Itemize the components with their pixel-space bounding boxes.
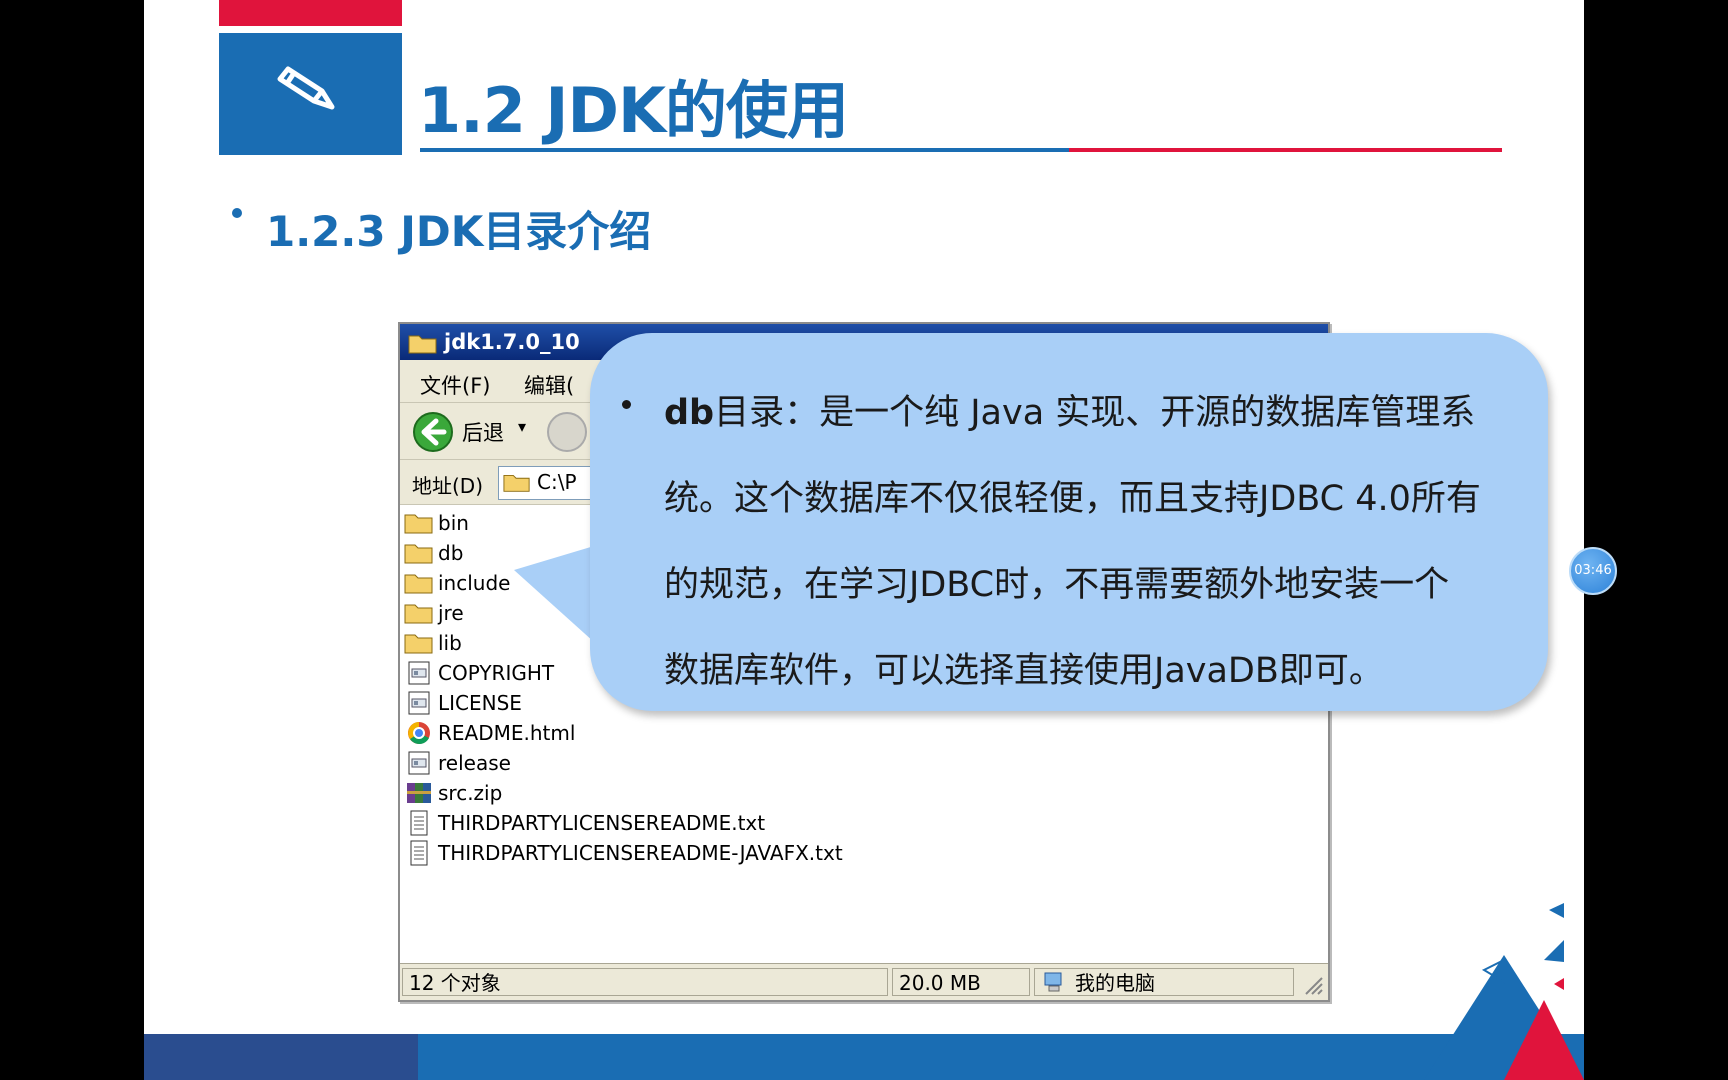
file-name: db xyxy=(438,541,464,565)
file-list-item[interactable]: jre xyxy=(404,598,464,628)
file-list-item[interactable]: include xyxy=(404,568,510,598)
file-name: src.zip xyxy=(438,781,503,805)
status-bar: 12 个对象 20.0 MB 我的电脑 xyxy=(400,963,1328,1000)
address-value: C:\P xyxy=(537,470,577,494)
callout-line-1: db目录：是一个纯 Java 实现、开源的数据库管理系 xyxy=(664,370,1524,456)
chrome-icon xyxy=(404,720,434,746)
file-icon xyxy=(404,750,434,776)
page-title: 1.2 JDK的使用 xyxy=(418,74,849,147)
header-red-bar xyxy=(219,0,402,26)
window-title: jdk1.7.0_10 xyxy=(444,330,580,354)
folder-icon xyxy=(503,475,530,492)
file-name: THIRDPARTYLICENSEREADME.txt xyxy=(438,811,766,835)
bullet xyxy=(232,208,242,218)
file-list-item[interactable]: src.zip xyxy=(404,778,502,808)
file-name: LICENSE xyxy=(438,691,522,715)
status-location-label: 我的电脑 xyxy=(1075,971,1155,995)
file-name: README.html xyxy=(438,721,576,745)
file-list-item[interactable]: THIRDPARTYLICENSEREADME-JAVAFX.txt xyxy=(404,838,843,868)
resize-grip-icon[interactable] xyxy=(1302,974,1324,996)
callout-term: db xyxy=(664,393,715,433)
file-name: release xyxy=(438,751,511,775)
dropdown-arrow-icon[interactable]: ▾ xyxy=(518,417,526,436)
folder-icon xyxy=(404,630,434,656)
file-icon xyxy=(404,690,434,716)
callout-line-3: 的规范，在学习JDBC时，不再需要额外地安装一个 xyxy=(664,565,1450,605)
callout-bullet xyxy=(622,400,631,409)
callout-text: db目录：是一个纯 Java 实现、开源的数据库管理系 统。这个数据库不仅很轻便… xyxy=(664,370,1524,714)
file-list-item[interactable]: bin xyxy=(404,508,469,538)
pencil-icon xyxy=(277,66,335,110)
forward-arrow-icon[interactable] xyxy=(546,411,588,453)
zip-icon xyxy=(404,780,434,806)
title-underline xyxy=(420,148,1502,152)
status-size: 20.0 MB xyxy=(892,968,1030,996)
file-list-item[interactable]: db xyxy=(404,538,463,568)
file-name: jre xyxy=(438,601,464,625)
callout-line-1-text: 目录：是一个纯 Java 实现、开源的数据库管理系 xyxy=(714,393,1476,433)
file-list-item[interactable]: README.html xyxy=(404,718,575,748)
status-object-count: 12 个对象 xyxy=(402,968,888,996)
file-name: lib xyxy=(438,631,462,655)
computer-icon xyxy=(1044,972,1062,992)
folder-icon xyxy=(404,600,434,626)
back-arrow-icon[interactable] xyxy=(412,411,454,453)
timer-badge[interactable]: 03:46 xyxy=(1569,547,1617,595)
status-location: 我的电脑 xyxy=(1034,968,1294,996)
file-name: THIRDPARTYLICENSEREADME-JAVAFX.txt xyxy=(438,841,843,865)
folder-icon xyxy=(404,540,434,566)
address-label: 地址(D) xyxy=(412,474,484,498)
file-list-item[interactable]: lib xyxy=(404,628,462,658)
menu-edit[interactable]: 编辑( xyxy=(524,370,574,400)
menu-file[interactable]: 文件(F) xyxy=(420,370,490,400)
file-list-item[interactable]: release xyxy=(404,748,511,778)
folder-icon xyxy=(404,510,434,536)
text-file-icon xyxy=(404,810,434,836)
file-name: include xyxy=(438,571,511,595)
file-icon xyxy=(404,660,434,686)
section-subtitle: 1.2.3 JDK目录介绍 xyxy=(266,207,652,256)
file-list-item[interactable]: LICENSE xyxy=(404,688,522,718)
file-name: bin xyxy=(438,511,469,535)
callout-line-4: 数据库软件，可以选择直接使用JavaDB即可。 xyxy=(664,651,1384,691)
file-name: COPYRIGHT xyxy=(438,661,555,685)
file-list-item[interactable]: THIRDPARTYLICENSEREADME.txt xyxy=(404,808,765,838)
back-button-label[interactable]: 后退 xyxy=(462,417,504,447)
text-file-icon xyxy=(404,840,434,866)
callout-line-2: 统。这个数据库不仅很轻便，而且支持JDBC 4.0所有 xyxy=(664,479,1481,519)
folder-icon xyxy=(408,335,437,354)
folder-icon xyxy=(404,570,434,596)
file-list-item[interactable]: COPYRIGHT xyxy=(404,658,554,688)
